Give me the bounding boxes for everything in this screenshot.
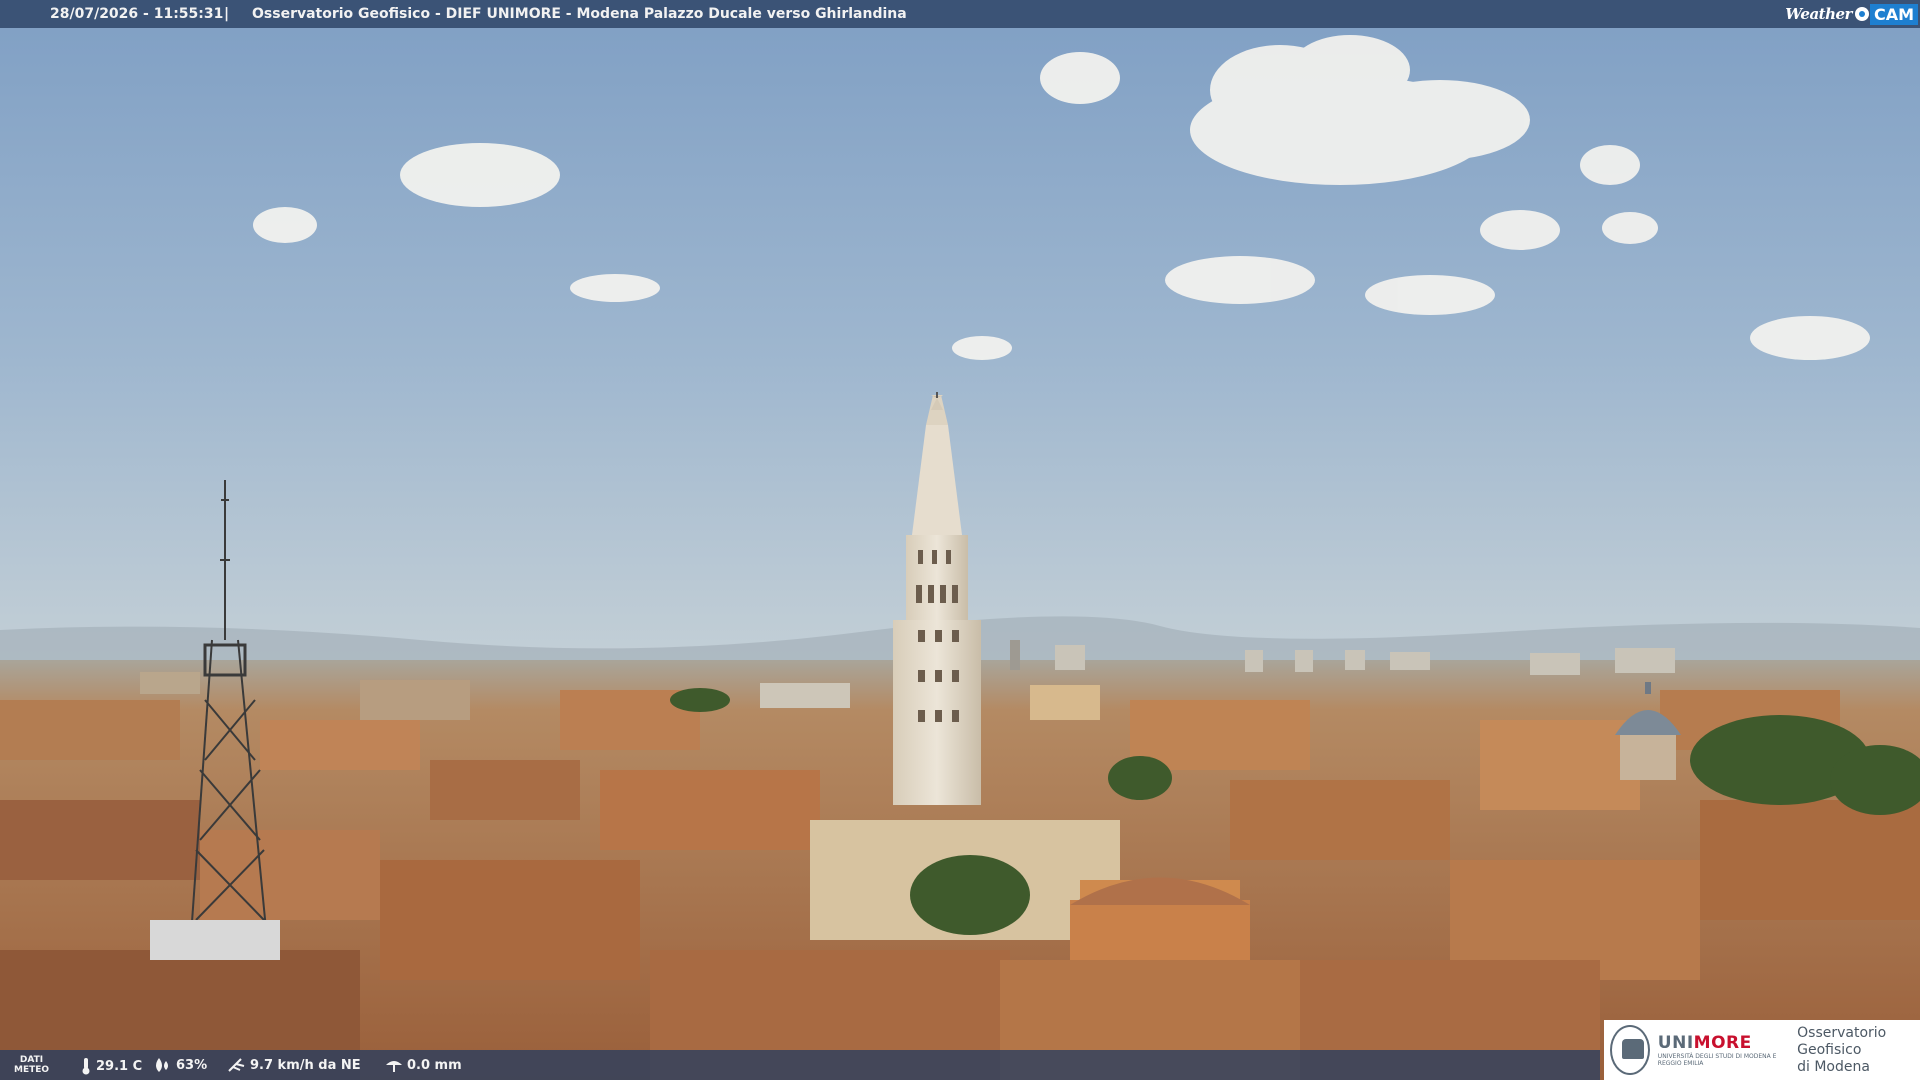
wind-value: 9.7 km/h da NE: [250, 1057, 361, 1073]
meteo-bar: DATI METEO 29.1 C 63% 9.7 km/h da NE 0.0…: [0, 1050, 1600, 1080]
unimore-subtitle: UNIVERSITÀ DEGLI STUDI DI MODENA E REGGI…: [1657, 1053, 1777, 1067]
rain-value: 0.0 mm: [407, 1057, 462, 1073]
camera-title: Osservatorio Geofisico - DIEF UNIMORE - …: [252, 6, 907, 22]
wind-icon: [228, 1058, 245, 1072]
rain-reading: 0.0 mm: [385, 1057, 462, 1073]
timestamp: 28/07/2026 - 11:55:31: [50, 6, 224, 22]
unimore-logo: UNIMORE UNIVERSITÀ DEGLI STUDI DI MODENA…: [1604, 1020, 1920, 1080]
observatory-name: Osservatorio Geofisico di Modena: [1797, 1024, 1887, 1075]
brand-dot-icon: [1854, 7, 1869, 21]
unimore-wordmark: UNIMORE: [1657, 1033, 1752, 1053]
caption-bar: 28/07/2026 - 11:55:31 | Osservatorio Geo…: [0, 0, 1920, 28]
humidity-drop-icon: [156, 1058, 168, 1072]
antenna-equipment: [150, 920, 280, 960]
humidity-value: 63%: [176, 1057, 208, 1073]
caption-separator: |: [224, 6, 230, 22]
temperature-value: 29.1 C: [96, 1058, 143, 1074]
brand-weather-text: Weather: [1785, 5, 1852, 23]
thermometer-icon: [82, 1058, 90, 1075]
wind-reading: 9.7 km/h da NE: [226, 1057, 361, 1073]
rain-icon: [386, 1061, 402, 1072]
temperature-reading: 29.1 C: [80, 1057, 142, 1075]
humidity-reading: 63%: [152, 1057, 207, 1073]
brand-cam-text: CAM: [1869, 3, 1918, 25]
meteo-label: DATI METEO: [14, 1055, 50, 1075]
weathercam-logo: Weather CAM: [1785, 2, 1918, 26]
university-seal-icon: [1610, 1025, 1650, 1075]
webcam-scene: [0, 0, 1920, 1080]
